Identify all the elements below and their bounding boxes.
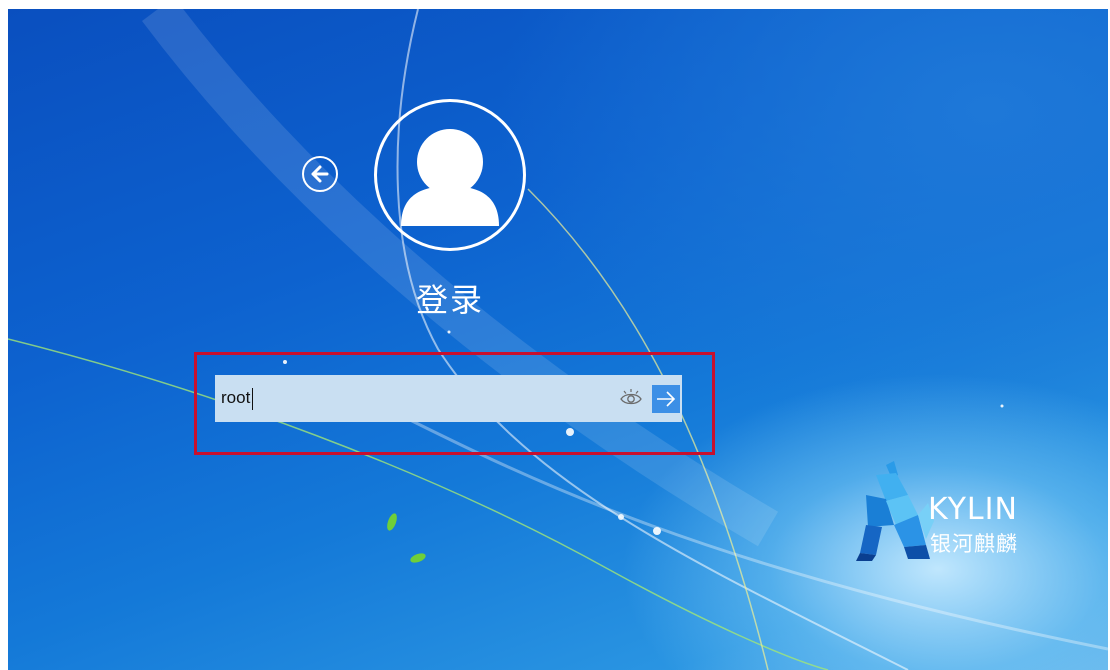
login-screen: 登录 KYLIN 银河麒麟 [8,9,1108,670]
logo-subtitle: 银河麒麟 [930,532,1018,556]
text-caret [252,388,253,410]
submit-button[interactable] [652,385,680,413]
reveal-password-button[interactable] [618,386,644,410]
user-silhouette-icon [401,129,499,226]
eye-icon [620,389,642,405]
arrow-left-icon [311,165,329,183]
login-title: 登录 [415,281,484,319]
password-input[interactable] [221,383,611,413]
user-avatar [374,99,526,251]
logo-title: KYLIN [928,492,1018,527]
arrow-right-icon [657,391,676,407]
wallpaper-decoration [8,9,1108,670]
password-field[interactable] [215,375,682,422]
back-button[interactable] [302,156,338,192]
